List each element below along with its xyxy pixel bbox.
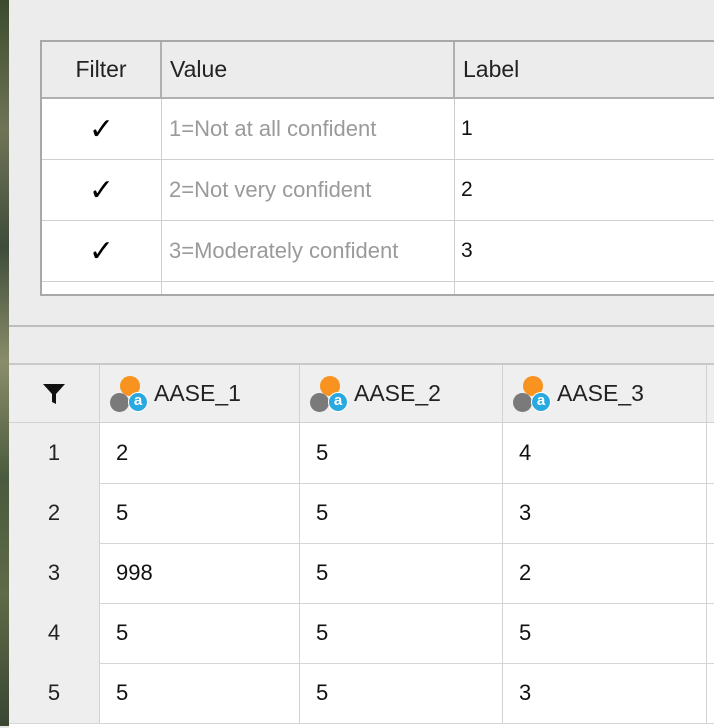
column-header-aase-3[interactable]: a AASE_3	[503, 365, 707, 422]
data-cell[interactable]: 5	[300, 483, 503, 543]
data-cell[interactable]: 5	[100, 603, 300, 663]
data-grid: a AASE_1 a AASE_2 a AASE_3 1 2 5 4 2 5 5…	[9, 363, 714, 728]
value-label-row[interactable]: ✓ 2=Not very confident 2	[42, 160, 714, 221]
value-cell: 3=Moderately confident	[162, 221, 455, 281]
column-header-aase-1[interactable]: a AASE_1	[100, 365, 300, 422]
data-cell[interactable]: 5	[100, 663, 300, 723]
column-header-next	[707, 365, 714, 422]
label-cell[interactable]: 3	[455, 221, 714, 281]
value-label-row[interactable]: ✓ 3=Moderately confident 3	[42, 221, 714, 282]
label-cell[interactable]: 1	[455, 99, 714, 159]
value-label-row-partial	[42, 282, 714, 294]
data-cell[interactable]: 5	[300, 543, 503, 603]
value-cell: 2=Not very confident	[162, 160, 455, 220]
data-cell[interactable]: 5	[503, 603, 707, 663]
column-header-label[interactable]: Label	[455, 42, 714, 97]
column-header-value[interactable]: Value	[162, 42, 455, 97]
filter-check-icon[interactable]: ✓	[42, 99, 162, 159]
table-row: 3 998 5 2	[9, 543, 714, 604]
row-index[interactable]: 1	[9, 423, 100, 483]
column-header-label: AASE_1	[154, 380, 241, 406]
data-cell[interactable]: 5	[300, 423, 503, 483]
variable-type-icon: a	[513, 374, 551, 414]
value-cell: 1=Not at all confident	[162, 99, 455, 159]
filter-check-icon[interactable]: ✓	[42, 221, 162, 281]
grid-header-row: a AASE_1 a AASE_2 a AASE_3	[9, 365, 714, 423]
desktop-wallpaper-strip	[0, 0, 9, 726]
data-cell[interactable]: 4	[503, 423, 707, 483]
label-cell[interactable]: 2	[455, 160, 714, 220]
filter-funnel-icon[interactable]	[9, 365, 100, 422]
row-index[interactable]: 2	[9, 483, 100, 543]
data-cell[interactable]: 2	[100, 423, 300, 483]
data-cell[interactable]: 5	[300, 603, 503, 663]
data-cell[interactable]: 998	[100, 543, 300, 603]
column-header-aase-2[interactable]: a AASE_2	[300, 365, 503, 422]
filter-check-icon[interactable]: ✓	[42, 160, 162, 220]
column-header-filter[interactable]: Filter	[42, 42, 162, 97]
data-cell[interactable]: 3	[503, 483, 707, 543]
table-row: 5 5 5 3	[9, 663, 714, 724]
data-cell[interactable]: 5	[100, 483, 300, 543]
variable-type-icon: a	[310, 374, 348, 414]
table-row: 1 2 5 4	[9, 423, 714, 484]
column-header-label: AASE_2	[354, 380, 441, 406]
data-cell[interactable]: 3	[503, 663, 707, 723]
data-cell[interactable]: 2	[503, 543, 707, 603]
row-index[interactable]: 3	[9, 543, 100, 603]
panel-splitter[interactable]	[9, 325, 714, 327]
column-header-label: AASE_3	[557, 380, 644, 406]
value-label-row[interactable]: ✓ 1=Not at all confident 1	[42, 99, 714, 160]
table-row: 4 5 5 5	[9, 603, 714, 664]
row-index[interactable]: 4	[9, 603, 100, 663]
row-index[interactable]: 5	[9, 663, 100, 723]
value-labels-header: Filter Value Label	[42, 42, 714, 99]
variable-type-icon: a	[110, 374, 148, 414]
table-row: 2 5 5 3	[9, 483, 714, 544]
data-cell[interactable]: 5	[300, 663, 503, 723]
value-labels-table: Filter Value Label ✓ 1=Not at all confid…	[40, 40, 714, 296]
